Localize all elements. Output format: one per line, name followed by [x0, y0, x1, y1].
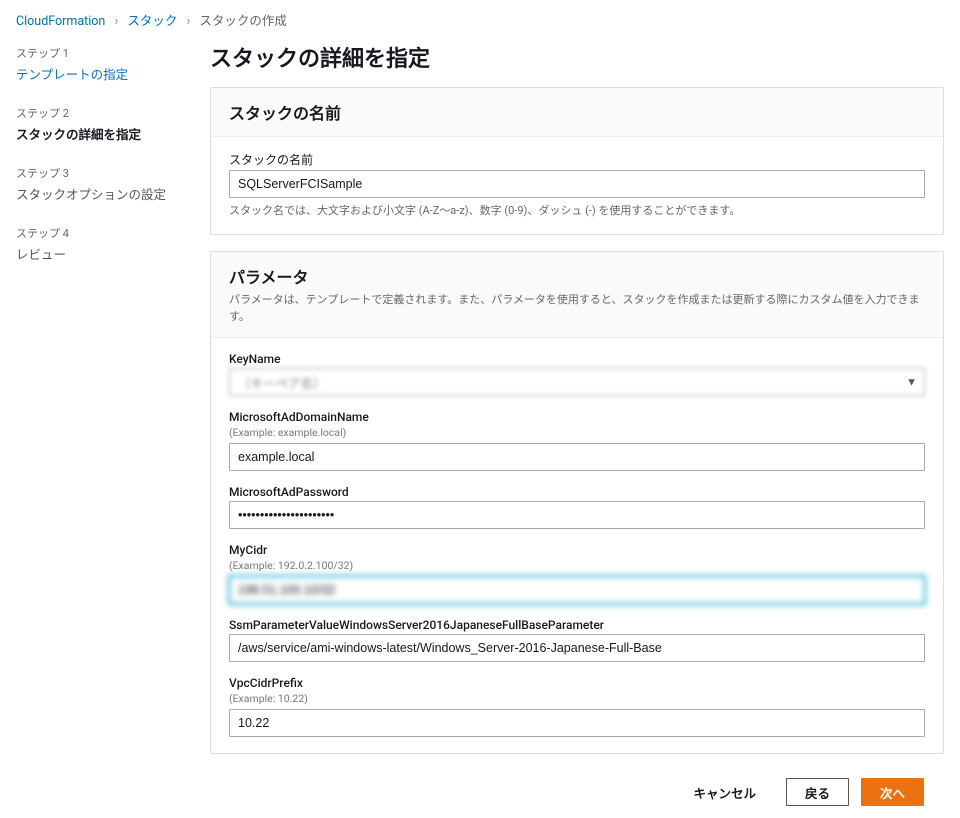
step-4: ステップ 4 レビュー	[16, 225, 186, 263]
stack-name-label: スタックの名前	[229, 151, 925, 168]
next-button[interactable]: 次へ	[861, 778, 924, 806]
ad-password-label: MicrosoftAdPassword	[229, 485, 925, 499]
wizard-footer: キャンセル 戻る 次へ	[210, 770, 944, 818]
back-button[interactable]: 戻る	[786, 778, 849, 806]
step-label: ステップ 3	[16, 165, 186, 181]
breadcrumb-stacks[interactable]: スタック	[127, 14, 177, 29]
ad-password-field: MicrosoftAdPassword	[229, 485, 925, 529]
breadcrumb: CloudFormation › スタック › スタックの作成	[0, 0, 960, 35]
step-3: ステップ 3 スタックオプションの設定	[16, 165, 186, 203]
step-title: レビュー	[16, 244, 186, 263]
cancel-button[interactable]: キャンセル	[675, 778, 774, 806]
stack-name-input[interactable]	[229, 170, 925, 198]
ssm-param-field: SsmParameterValueWindowsServer2016Japane…	[229, 618, 925, 662]
step-label: ステップ 1	[16, 45, 186, 61]
main-content: スタックの詳細を指定 スタックの名前 スタックの名前 スタック名では、大文字およ…	[210, 35, 944, 818]
ad-domain-input[interactable]	[229, 443, 925, 471]
ssm-param-label: SsmParameterValueWindowsServer2016Japane…	[229, 618, 925, 632]
stack-name-field: スタックの名前 スタック名では、大文字および小文字 (A-Z～a-z)、数字 (…	[229, 151, 925, 218]
page-title: スタックの詳細を指定	[210, 41, 944, 73]
step-1[interactable]: ステップ 1 テンプレートの指定	[16, 45, 186, 83]
ssm-param-input[interactable]	[229, 634, 925, 662]
mycidr-label: MyCidr	[229, 543, 925, 557]
mycidr-field: MyCidr (Example: 192.0.2.100/32)	[229, 543, 925, 604]
vpc-cidr-prefix-input[interactable]	[229, 709, 925, 737]
step-title: スタックの詳細を指定	[16, 124, 186, 143]
breadcrumb-separator-icon: ›	[186, 14, 190, 29]
keyname-select[interactable]: （キーペア名）	[229, 368, 925, 396]
section-title: スタックの名前	[229, 100, 925, 124]
stack-name-panel: スタックの名前 スタックの名前 スタック名では、大文字および小文字 (A-Z～a…	[210, 87, 944, 235]
ad-domain-field: MicrosoftAdDomainName (Example: example.…	[229, 410, 925, 471]
ad-domain-label: MicrosoftAdDomainName	[229, 410, 925, 424]
parameters-panel: パラメータ パラメータは、テンプレートで定義されます。また、パラメータを使用する…	[210, 251, 944, 754]
ad-domain-hint: (Example: example.local)	[229, 426, 925, 439]
wizard-steps-sidebar: ステップ 1 テンプレートの指定 ステップ 2 スタックの詳細を指定 ステップ …	[16, 35, 186, 818]
step-label: ステップ 4	[16, 225, 186, 241]
step-title: テンプレートの指定	[16, 64, 186, 83]
panel-header: パラメータ パラメータは、テンプレートで定義されます。また、パラメータを使用する…	[211, 252, 943, 338]
stack-name-help: スタック名では、大文字および小文字 (A-Z～a-z)、数字 (0-9)、ダッシ…	[229, 202, 925, 218]
keyname-field: KeyName （キーペア名） ▼	[229, 352, 925, 396]
section-title: パラメータ	[229, 264, 925, 288]
mycidr-hint: (Example: 192.0.2.100/32)	[229, 559, 925, 572]
breadcrumb-current: スタックの作成	[199, 14, 287, 29]
step-label: ステップ 2	[16, 105, 186, 121]
step-title: スタックオプションの設定	[16, 184, 186, 203]
vpc-cidr-prefix-field: VpcCidrPrefix (Example: 10.22)	[229, 676, 925, 737]
panel-header: スタックの名前	[211, 88, 943, 137]
ad-password-input[interactable]	[229, 501, 925, 529]
mycidr-input[interactable]	[229, 576, 925, 604]
vpc-cidr-prefix-hint: (Example: 10.22)	[229, 692, 925, 705]
step-2: ステップ 2 スタックの詳細を指定	[16, 105, 186, 143]
keyname-label: KeyName	[229, 352, 925, 366]
breadcrumb-separator-icon: ›	[114, 14, 118, 29]
section-description: パラメータは、テンプレートで定義されます。また、パラメータを使用すると、スタック…	[229, 292, 925, 325]
breadcrumb-root[interactable]: CloudFormation	[16, 14, 105, 29]
